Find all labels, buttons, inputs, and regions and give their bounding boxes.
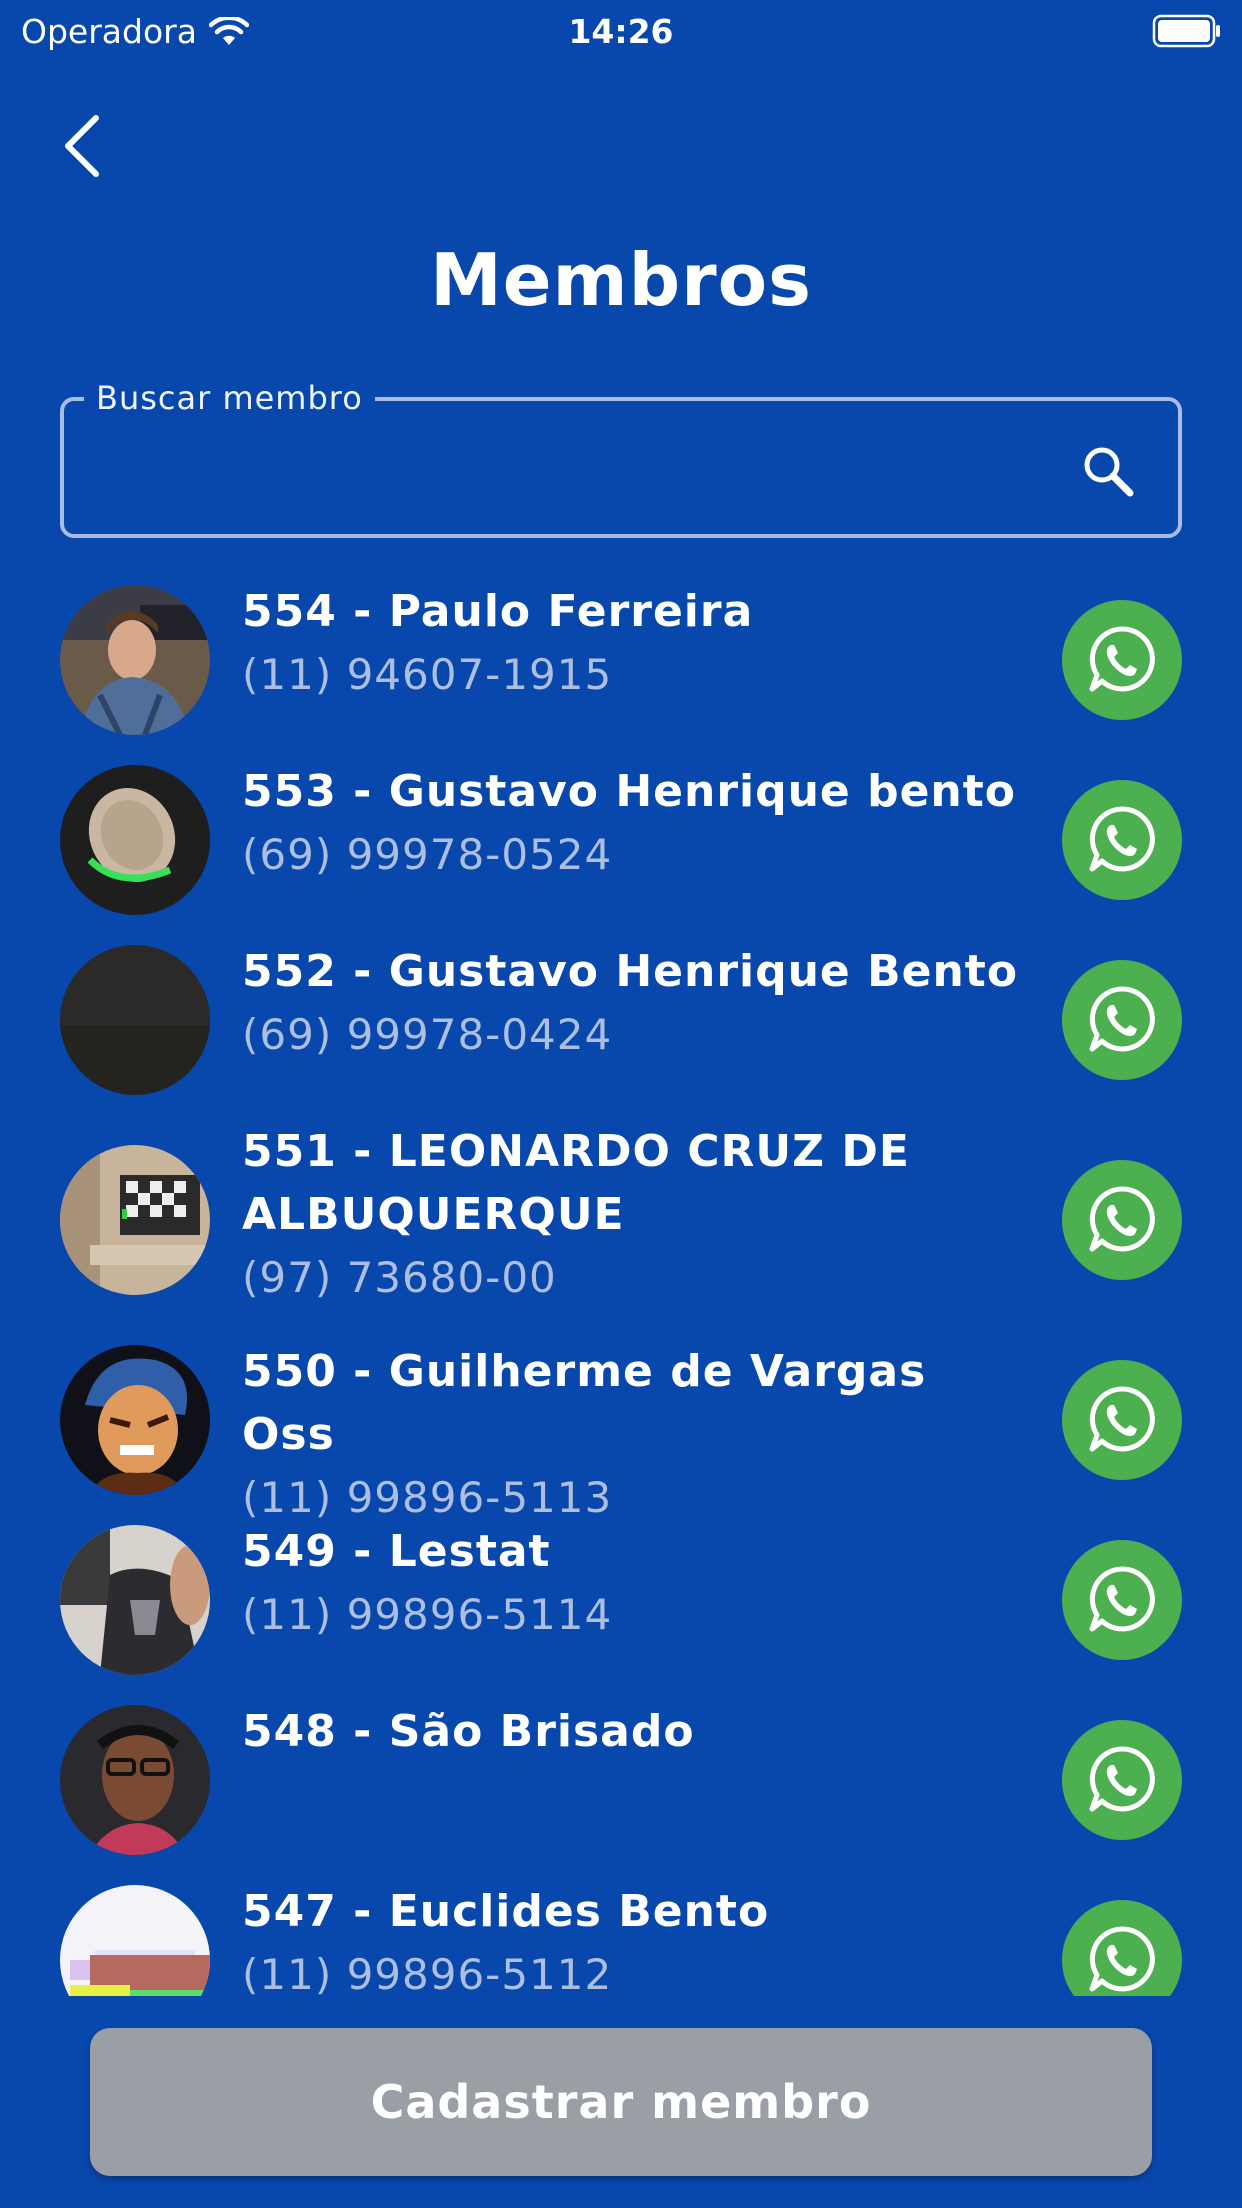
member-row[interactable]: 552 - Gustavo Henrique Bento (69) 99978-… xyxy=(0,930,1242,1110)
whatsapp-icon xyxy=(1089,1386,1155,1452)
member-info: 548 - São Brisado xyxy=(242,1700,1022,1763)
member-phone: (69) 99978-0424 xyxy=(242,1010,613,1059)
member-avatar xyxy=(60,1525,210,1675)
search-field[interactable]: Buscar membro xyxy=(60,379,1182,538)
back-button[interactable] xyxy=(56,110,116,180)
whatsapp-icon xyxy=(1089,1926,1155,1992)
page-title: Membros xyxy=(430,238,812,322)
member-name: 549 - Lestat xyxy=(242,1526,551,1577)
whatsapp-icon xyxy=(1089,986,1155,1052)
member-avatar xyxy=(60,1145,210,1295)
member-phone: (11) 99896-5114 xyxy=(242,1590,613,1639)
whatsapp-button[interactable] xyxy=(1062,1160,1182,1280)
search-label: Buscar membro xyxy=(84,379,375,417)
member-info: 552 - Gustavo Henrique Bento (69) 99978-… xyxy=(242,940,1022,1066)
member-info: 551 - LEONARDO CRUZ DE ALBUQUERQUE (97) … xyxy=(242,1120,1022,1309)
member-info: 554 - Paulo Ferreira (11) 94607-1915 xyxy=(242,580,1022,706)
member-avatar xyxy=(60,765,210,915)
member-avatar xyxy=(60,1705,210,1855)
member-phone: (69) 99978-0524 xyxy=(242,830,613,879)
member-phone: (11) 94607-1915 xyxy=(242,650,613,699)
member-row[interactable]: 550 - Guilherme de Vargas Oss (11) 99896… xyxy=(0,1330,1242,1522)
whatsapp-icon xyxy=(1089,1186,1155,1252)
member-name: 552 - Gustavo Henrique Bento xyxy=(242,946,1019,997)
member-info: 547 - Euclides Bento (11) 99896-5112 xyxy=(242,1880,1022,1996)
member-avatar xyxy=(60,945,210,1095)
whatsapp-icon xyxy=(1089,626,1155,692)
whatsapp-icon xyxy=(1089,1566,1155,1632)
chevron-left-icon xyxy=(65,115,99,177)
member-name: 547 - Euclides Bento xyxy=(242,1886,770,1937)
member-info: 549 - Lestat (11) 99896-5114 xyxy=(242,1520,1022,1646)
member-info: 553 - Gustavo Henrique bento (69) 99978-… xyxy=(242,760,1022,886)
whatsapp-button[interactable] xyxy=(1062,1540,1182,1660)
whatsapp-button[interactable] xyxy=(1062,600,1182,720)
member-name: 548 - São Brisado xyxy=(242,1706,695,1757)
whatsapp-button[interactable] xyxy=(1062,1900,1182,1996)
register-member-button[interactable]: Cadastrar membro xyxy=(90,2028,1152,2176)
whatsapp-button[interactable] xyxy=(1062,780,1182,900)
member-name: 550 - Guilherme de Vargas Oss xyxy=(242,1346,927,1460)
whatsapp-icon xyxy=(1089,1746,1155,1812)
member-row[interactable]: 553 - Gustavo Henrique bento (69) 99978-… xyxy=(0,750,1242,930)
whatsapp-icon xyxy=(1089,806,1155,872)
search-input[interactable] xyxy=(88,441,1048,501)
member-row[interactable]: 554 - Paulo Ferreira (11) 94607-1915 xyxy=(0,570,1242,750)
member-row[interactable]: 549 - Lestat (11) 99896-5114 xyxy=(0,1510,1242,1690)
whatsapp-button[interactable] xyxy=(1062,1720,1182,1840)
member-avatar xyxy=(60,1885,210,1996)
battery-icon xyxy=(1152,14,1220,48)
member-name: 553 - Gustavo Henrique bento xyxy=(242,766,1017,817)
member-avatar xyxy=(60,585,210,735)
status-time: 14:26 xyxy=(568,12,674,51)
member-row[interactable]: 548 - São Brisado xyxy=(0,1690,1242,1870)
member-info: 550 - Guilherme de Vargas Oss (11) 99896… xyxy=(242,1340,1022,1529)
member-row[interactable]: 547 - Euclides Bento (11) 99896-5112 xyxy=(0,1870,1242,1996)
whatsapp-button[interactable] xyxy=(1062,1360,1182,1480)
search-icon[interactable] xyxy=(1078,441,1138,501)
member-list[interactable]: 554 - Paulo Ferreira (11) 94607-1915 553… xyxy=(0,570,1242,1996)
member-name: 554 - Paulo Ferreira xyxy=(242,586,754,637)
member-name: 551 - LEONARDO CRUZ DE ALBUQUERQUE xyxy=(242,1126,910,1240)
status-bar: Operadora 14:26 xyxy=(0,0,1242,62)
member-row[interactable]: 551 - LEONARDO CRUZ DE ALBUQUERQUE (97) … xyxy=(0,1110,1242,1330)
member-avatar xyxy=(60,1345,210,1495)
whatsapp-button[interactable] xyxy=(1062,960,1182,1080)
member-phone: (97) 73680-00 xyxy=(242,1253,557,1302)
member-phone: (11) 99896-5112 xyxy=(242,1950,613,1996)
